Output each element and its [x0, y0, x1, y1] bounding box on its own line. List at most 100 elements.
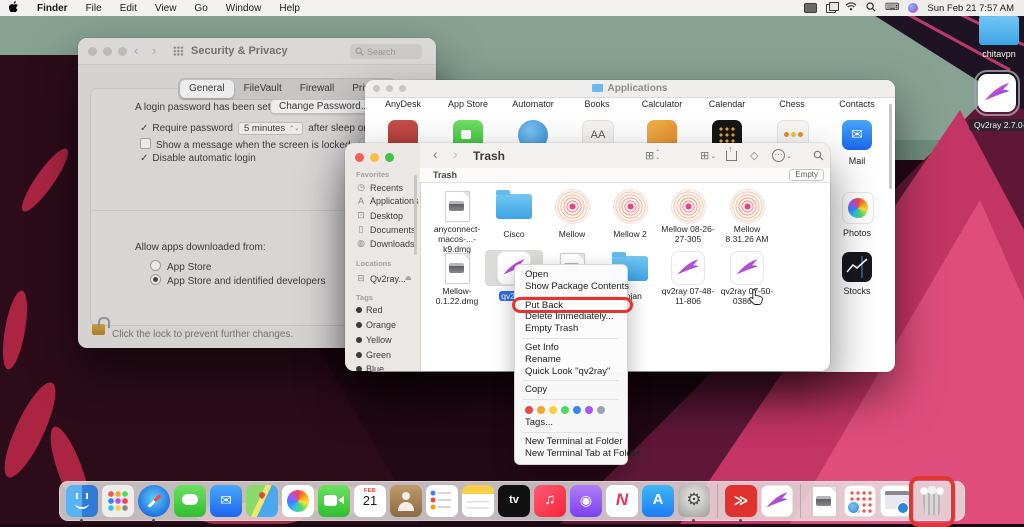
menu-edit[interactable]: Edit	[111, 3, 146, 14]
sidebar-tag-blue[interactable]: Blue	[356, 364, 384, 371]
more-actions-button[interactable]: ⋯⌄	[772, 149, 792, 162]
tab-firewall[interactable]: Firewall	[291, 80, 343, 98]
dock-qv2ray[interactable]	[761, 485, 793, 517]
screen-record-icon[interactable]	[804, 3, 817, 13]
app-label[interactable]: Calendar	[695, 99, 759, 109]
app-label[interactable]: AnyDesk	[371, 99, 435, 109]
dock-podcasts[interactable]: ◉	[570, 485, 602, 517]
change-password-button[interactable]: Change Password...	[270, 99, 378, 114]
forward-button[interactable]: ›	[453, 147, 458, 161]
dock-maps[interactable]	[246, 485, 278, 517]
eject-icon[interactable]: ⏏	[405, 274, 412, 282]
tab-filevault[interactable]: FileVault	[235, 80, 291, 98]
menu-finder[interactable]: Finder	[28, 3, 77, 14]
finder-toolbar[interactable]: ‹ › Trash ⊞⌃⌄ ⊞⌄ ◇ ⋯⌄	[420, 143, 830, 169]
scrollbar[interactable]	[889, 104, 892, 189]
search-field[interactable]: Search	[350, 44, 422, 59]
tag-green[interactable]	[561, 406, 569, 414]
dock-calendar[interactable]: FEB21	[354, 485, 386, 517]
file-mellow[interactable]: Mellow	[543, 188, 601, 242]
displays-icon[interactable]	[826, 4, 836, 13]
app-label[interactable]: Calculator	[630, 99, 694, 109]
app-label[interactable]: Automator	[501, 99, 565, 109]
back-button[interactable]: ‹	[433, 147, 438, 161]
traffic-lights[interactable]	[88, 47, 127, 56]
menu-item-open[interactable]: Open	[515, 269, 627, 281]
radio-app-store[interactable]	[150, 260, 161, 271]
traffic-lights[interactable]	[355, 153, 394, 162]
dock-reminders[interactable]	[426, 485, 458, 517]
menu-view[interactable]: View	[146, 3, 186, 14]
file-mellow-dmg[interactable]: Mellow-0.1.22.dmg	[428, 250, 486, 309]
dock-dmg-file[interactable]	[808, 485, 840, 517]
menu-item-copy[interactable]: Copy	[515, 384, 627, 396]
show-all-icon[interactable]	[173, 46, 184, 56]
dock-anydesk[interactable]: ≫	[725, 485, 757, 517]
menu-item-put-back[interactable]: Put Back	[515, 300, 627, 312]
app-label[interactable]: Stocks	[825, 286, 889, 296]
menu-item-get-info[interactable]: Get Info	[515, 342, 627, 354]
tag-red[interactable]	[525, 406, 533, 414]
wifi-icon[interactable]	[845, 2, 857, 14]
file-anyconnect-dmg[interactable]: anyconnect-macos-...-k9.dmg	[428, 188, 486, 257]
dock-tv[interactable]: tv	[498, 485, 530, 517]
sidebar-item-recents[interactable]: ◷Recents	[356, 182, 403, 193]
dock-music[interactable]: ♫	[534, 485, 566, 517]
radio-app-store-identified[interactable]	[150, 274, 161, 285]
menu-item-delete-immediately[interactable]: Delete Immediately...	[515, 311, 627, 323]
file-mellow-2[interactable]: Mellow 2	[601, 188, 659, 242]
dock-app-store[interactable]: A	[642, 485, 674, 517]
sidebar-item-documents[interactable]: ▯Documents	[356, 224, 416, 235]
file-qv2ray-2[interactable]: qv2ray 07-48-11-806	[659, 250, 717, 309]
menu-bar-clock[interactable]: Sun Feb 21 7:57 AM	[927, 3, 1014, 14]
lock-message-checkbox[interactable]	[140, 138, 151, 149]
app-label[interactable]: App Store	[436, 99, 500, 109]
file-mellow-3[interactable]: Mellow 08-26-27-305	[659, 188, 717, 247]
menu-item-tags[interactable]: Tags...	[515, 417, 627, 429]
tag-yellow[interactable]	[549, 406, 557, 414]
menu-help[interactable]: Help	[270, 3, 309, 14]
menu-item-rename[interactable]: Rename	[515, 354, 627, 366]
empty-trash-button[interactable]: Empty	[789, 169, 824, 181]
menu-item-quick-look[interactable]: Quick Look "qv2ray"	[515, 366, 627, 378]
tag-blue[interactable]	[573, 406, 581, 414]
photos-icon[interactable]	[842, 192, 874, 224]
dock-safari[interactable]	[138, 485, 170, 517]
desktop-icon-chitavpn[interactable]: chitavpn	[973, 16, 1024, 59]
dock-launchpad[interactable]	[102, 485, 134, 517]
dock-mail[interactable]: ✉	[210, 485, 242, 517]
dock-messages[interactable]	[174, 485, 206, 517]
require-password-checkbox[interactable]: ✓	[140, 123, 148, 134]
app-label[interactable]: Mail	[825, 156, 889, 166]
file-cisco-folder[interactable]: Cisco	[485, 188, 543, 242]
siri-icon[interactable]	[908, 3, 918, 13]
back-button[interactable]: ‹	[134, 44, 138, 57]
desktop-icon-qv2ray[interactable]: Qv2ray 2.7.0-pre2	[969, 74, 1024, 133]
dock-news[interactable]: N	[606, 485, 638, 517]
disable-auto-login-checkbox[interactable]: ✓	[140, 153, 148, 164]
window-titlebar[interactable]: ‹ › Security & Privacy Search	[78, 38, 436, 65]
sidebar-item-applications[interactable]: AApplications	[356, 196, 419, 206]
tag-orange[interactable]	[537, 406, 545, 414]
sidebar-tag-red[interactable]: Red	[356, 305, 383, 315]
sidebar-item-desktop[interactable]: ⊡Desktop	[356, 210, 403, 221]
sidebar-tag-orange[interactable]: Orange	[356, 320, 396, 330]
sidebar-item-qv2ray-disk[interactable]: ⊟Qv2ray...	[356, 273, 406, 284]
sidebar-tag-green[interactable]: Green	[356, 350, 391, 360]
tag-gray[interactable]	[597, 406, 605, 414]
tag-icon[interactable]: ◇	[750, 149, 758, 162]
search-icon[interactable]	[813, 150, 824, 161]
view-options-button[interactable]: ⊞⌄	[700, 149, 716, 162]
apple-menu[interactable]	[0, 1, 28, 16]
app-label[interactable]: Books	[565, 99, 629, 109]
sidebar-tag-yellow[interactable]: Yellow	[356, 335, 392, 345]
icon-view-sort-button[interactable]: ⊞⌃⌄	[645, 149, 660, 162]
tab-general[interactable]: General	[180, 80, 234, 98]
dock-trash[interactable]	[916, 485, 948, 517]
dock-finder[interactable]	[66, 485, 98, 517]
sidebar-item-downloads[interactable]: ◍Downloads	[356, 238, 415, 249]
sidebar-scrollbar[interactable]	[414, 175, 417, 255]
forward-button[interactable]: ›	[152, 44, 156, 57]
app-label[interactable]: Chess	[760, 99, 824, 109]
dock-applications-stack[interactable]	[844, 485, 876, 517]
